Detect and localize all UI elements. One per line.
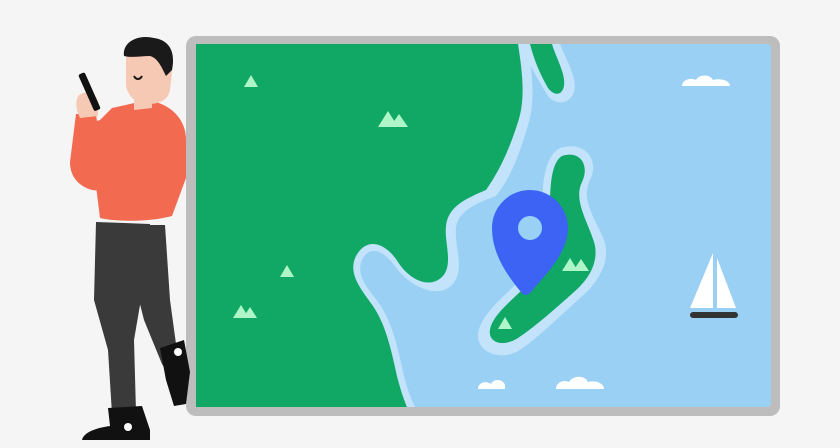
illustration-stage [0,0,840,448]
person [70,36,190,440]
map-illustration [70,36,780,440]
